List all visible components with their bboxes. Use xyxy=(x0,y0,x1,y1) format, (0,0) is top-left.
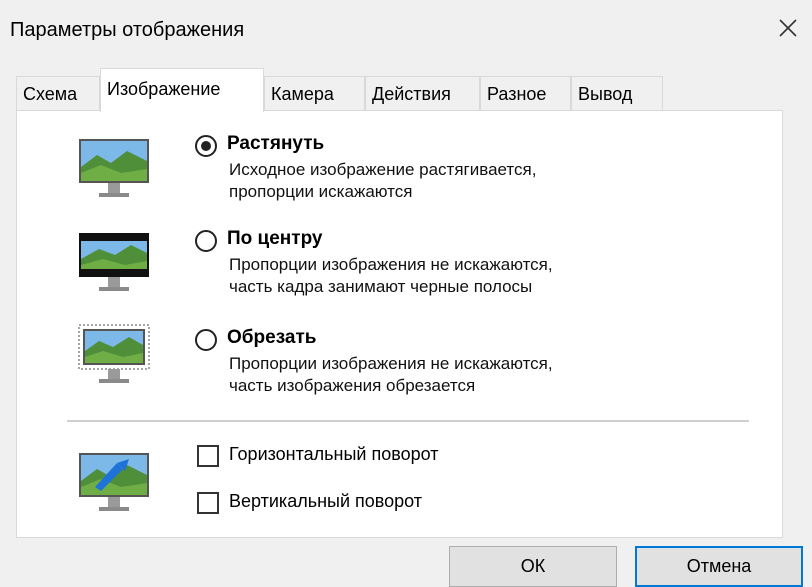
separator xyxy=(67,420,749,422)
description-line: Пропорции изображения не искажаются, xyxy=(229,354,553,373)
tab-actions[interactable]: Действия xyxy=(365,76,480,111)
radio-stretch[interactable] xyxy=(195,135,217,157)
description-line: часть кадра занимают черные полосы xyxy=(229,277,533,296)
option-label: Обрезать xyxy=(227,327,317,348)
option-label: По центру xyxy=(227,228,323,249)
tab-label: Изображение xyxy=(107,79,221,99)
option-description: Пропорции изображения не искажаются, час… xyxy=(229,353,553,397)
monitor-center-icon xyxy=(79,233,149,291)
description-line: часть изображения обрезается xyxy=(229,376,476,395)
display-settings-dialog: Параметры отображения Схема Изображение … xyxy=(0,0,812,587)
tab-scheme[interactable]: Схема xyxy=(16,76,100,111)
cancel-button[interactable]: Отмена xyxy=(635,546,803,587)
tab-label: Вывод xyxy=(578,84,633,104)
tab-output[interactable]: Вывод xyxy=(571,76,663,111)
monitor-stretch-icon xyxy=(79,139,149,197)
ok-button[interactable]: ОК xyxy=(449,546,617,587)
tab-label: Разное xyxy=(487,84,547,104)
horizontal-flip-checkbox[interactable] xyxy=(197,445,219,467)
tab-label: Схема xyxy=(23,84,78,104)
option-label: Растянуть xyxy=(227,133,325,154)
close-button[interactable] xyxy=(770,10,806,46)
description-line: Исходное изображение растягивается, xyxy=(229,160,537,179)
tab-label: Действия xyxy=(372,84,451,104)
vertical-flip-checkbox[interactable] xyxy=(197,492,219,514)
vertical-flip-label: Вертикальный поворот xyxy=(229,491,423,511)
horizontal-flip-label: Горизонтальный поворот xyxy=(229,444,439,464)
description-line: Пропорции изображения не искажаются, xyxy=(229,255,553,274)
tab-misc[interactable]: Разное xyxy=(480,76,571,111)
tab-image[interactable]: Изображение xyxy=(100,68,264,112)
close-icon xyxy=(779,19,797,37)
tab-camera[interactable]: Камера xyxy=(264,76,365,111)
option-description: Исходное изображение растягивается, проп… xyxy=(229,159,536,203)
tab-panel-image: Растянуть Исходное изображение растягива… xyxy=(16,110,783,538)
radio-crop[interactable] xyxy=(195,329,217,351)
radio-center[interactable] xyxy=(195,230,217,252)
monitor-crop-icon xyxy=(78,324,150,383)
dialog-title: Параметры отображения xyxy=(10,19,245,41)
option-description: Пропорции изображения не искажаются, час… xyxy=(229,254,553,298)
monitor-flip-icon xyxy=(79,453,149,511)
description-line: пропорции искажаются xyxy=(229,182,413,201)
tab-label: Камера xyxy=(271,84,334,104)
